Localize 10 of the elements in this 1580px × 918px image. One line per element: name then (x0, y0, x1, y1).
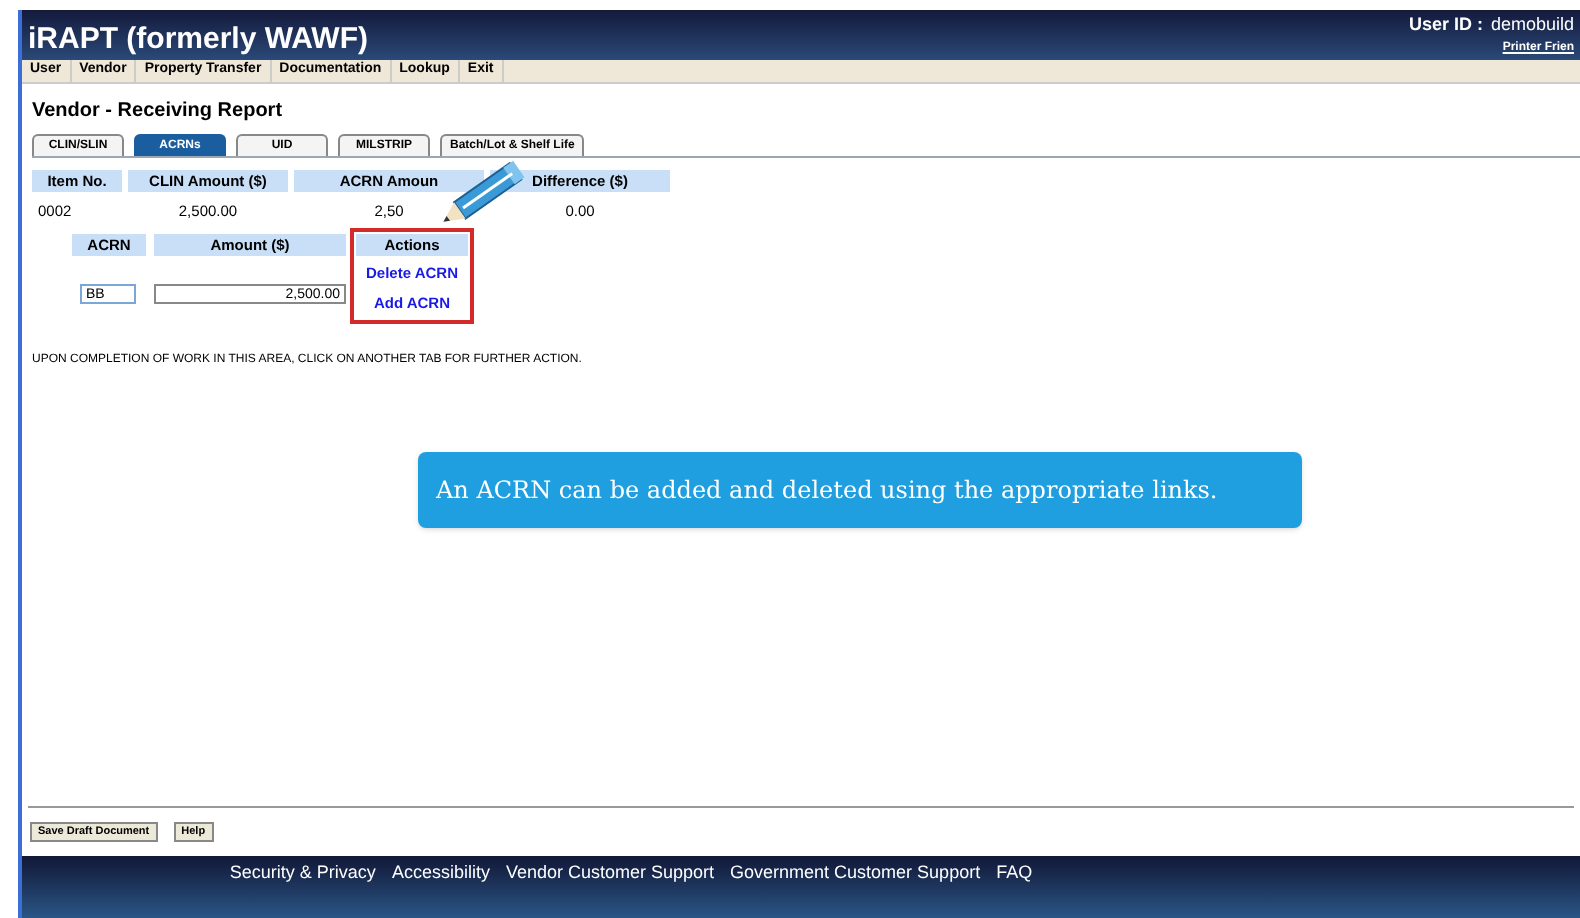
footer-link[interactable]: Government Customer Support (730, 860, 981, 918)
app-title: iRAPT (formerly WAWF) (28, 20, 369, 60)
page-title: Vendor - Receiving Report (32, 98, 285, 126)
footer-link[interactable]: Vendor Customer Support (505, 860, 715, 918)
user-id-label: User ID : (1408, 12, 1483, 38)
footer-link[interactable]: FAQ (996, 860, 1033, 918)
footer-link[interactable]: Security & Privacy (229, 860, 376, 918)
user-id: demobuild (1490, 12, 1574, 38)
callout-bubble: An ACRN can be added and deleted using the appropriate links. (418, 452, 1302, 528)
footer-link[interactable]: Accessibility (391, 860, 490, 918)
